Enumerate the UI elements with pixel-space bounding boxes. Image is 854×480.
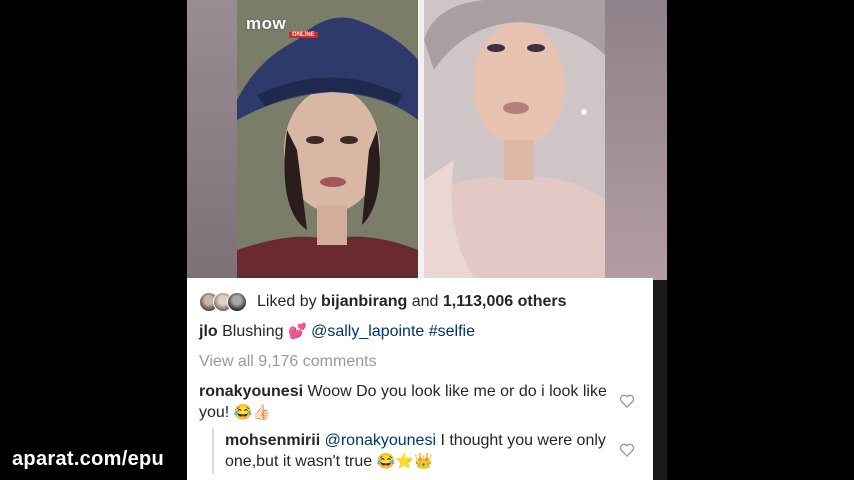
hearts-emoji-icon: 💕 (287, 323, 307, 340)
like-heart-icon[interactable] (619, 393, 635, 409)
laugh-thumbsup-emoji-icon: 😂👍🏻 (233, 404, 272, 421)
caption-mention[interactable]: @sally_lapointe (311, 323, 424, 340)
caption-hashtag[interactable]: #selfie (429, 323, 475, 340)
photo-right (424, 0, 605, 278)
comment-username[interactable]: mohsenmirii (225, 432, 320, 449)
like-heart-icon[interactable] (619, 442, 635, 458)
comment: ronakyounesi Woow Do you look like me or… (199, 381, 609, 423)
likes-prefix: Liked by (257, 293, 317, 310)
caption-text: Blushing (222, 323, 284, 340)
reply-indent-bar (212, 428, 214, 474)
likes-text[interactable]: Liked by bijanbirang and 1,113,006 other… (251, 293, 567, 311)
liker-avatars (199, 292, 247, 312)
blurred-side-right (605, 0, 667, 280)
comment-username[interactable]: ronakyounesi (199, 383, 303, 400)
comment-mention[interactable]: @ronakyounesi (325, 432, 436, 449)
blurred-side-left (187, 0, 237, 280)
brand-watermark: mow (246, 14, 287, 33)
likes-count[interactable]: 1,113,006 (443, 293, 513, 310)
likes-suffix[interactable]: others (518, 293, 567, 310)
caption-username[interactable]: jlo (199, 323, 218, 340)
likes-middle: and (411, 293, 439, 310)
laugh-star-crown-emoji-icon: 😂⭐👑 (376, 453, 433, 470)
site-watermark: aparat.com/epu (12, 448, 165, 470)
post-caption: jlo Blushing 💕 @sally_lapointe #selfie (199, 322, 475, 341)
likes-user[interactable]: bijanbirang (321, 293, 407, 310)
comment-reply: mohsenmirii @ronakyounesi I thought you … (225, 430, 609, 472)
likes-row: Liked by bijanbirang and 1,113,006 other… (199, 290, 567, 314)
post-caption-panel: Liked by bijanbirang and 1,113,006 other… (187, 278, 653, 480)
view-all-comments-link[interactable]: View all 9,176 comments (199, 353, 377, 371)
brand-watermark-sub: ONLINE (289, 32, 318, 38)
avatar (227, 292, 247, 312)
photo-left (237, 0, 418, 278)
